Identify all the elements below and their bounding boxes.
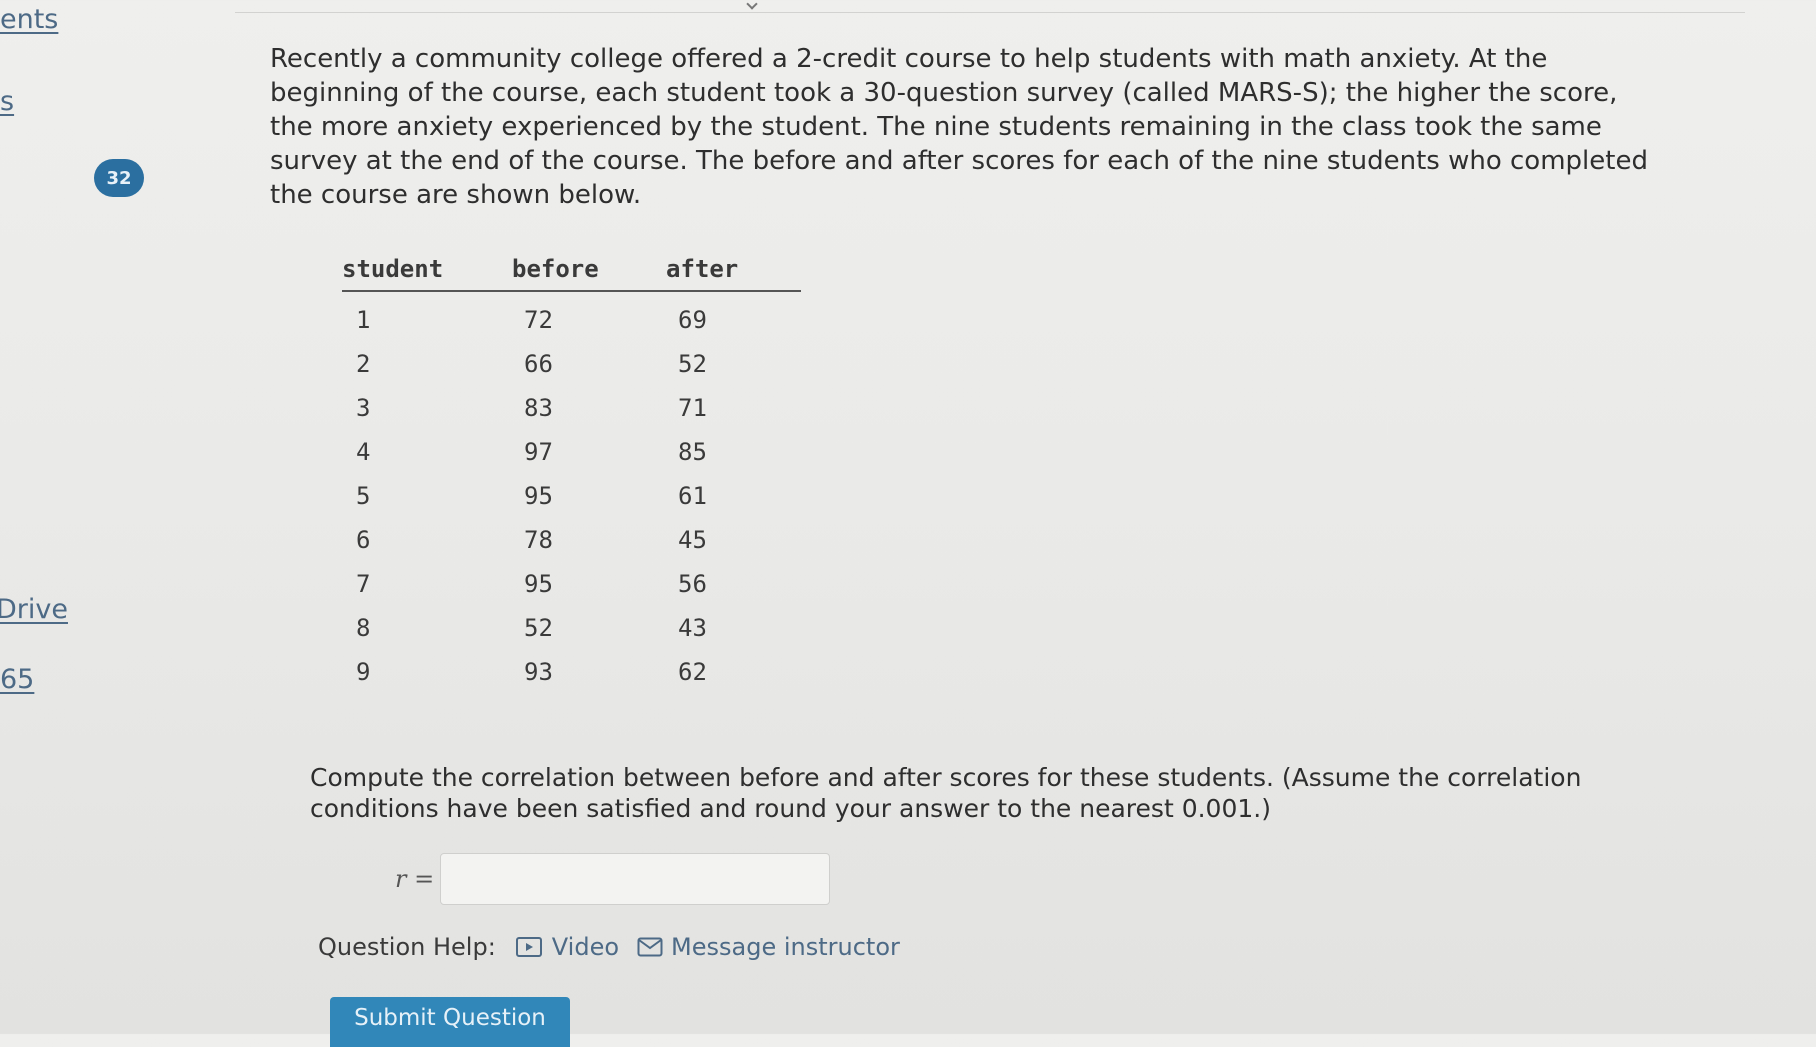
cell-student: 4 — [356, 438, 371, 466]
column-header-before: before — [512, 252, 666, 292]
cell-after: 69 — [678, 306, 707, 334]
cell-student: 5 — [356, 482, 371, 510]
cell-after: 56 — [678, 570, 707, 598]
cell-student: 1 — [356, 306, 371, 334]
message-instructor-link[interactable]: Message instructor — [637, 933, 900, 961]
cell-student: 3 — [356, 394, 371, 422]
video-icon — [515, 937, 542, 957]
cell-before: 66 — [524, 350, 553, 378]
cell-before: 72 — [524, 306, 553, 334]
sidebar-link-drive[interactable]: Drive — [0, 594, 68, 625]
cell-after: 62 — [678, 658, 707, 686]
table-row: 4 97 85 — [342, 430, 801, 474]
cell-student: 8 — [356, 614, 371, 642]
video-link[interactable]: Video — [515, 933, 620, 961]
sidebar-link-points[interactable]: 65 — [0, 664, 34, 695]
table-row: 2 66 52 — [342, 342, 801, 386]
table-row: 8 52 43 — [342, 606, 801, 650]
answer-input[interactable] — [440, 853, 831, 905]
submit-question-button[interactable]: Submit Question — [330, 997, 570, 1047]
cell-after: 45 — [678, 526, 707, 554]
table-row: 7 95 56 — [342, 562, 801, 606]
cell-after: 52 — [678, 350, 707, 378]
column-header-after: after — [666, 252, 801, 292]
answer-row: r = — [395, 853, 831, 905]
answer-label: r = — [395, 865, 435, 893]
mail-icon — [637, 937, 663, 957]
top-divider — [235, 12, 1745, 13]
cell-before: 78 — [524, 526, 553, 554]
cell-student: 2 — [356, 350, 371, 378]
question-help-label: Question Help: — [318, 933, 496, 961]
scores-table: student before after 1 72 69 2 66 52 3 8… — [342, 252, 801, 694]
question-help: Question Help: Video Message instructor — [318, 933, 918, 961]
table-header-row: student before after — [342, 252, 801, 292]
sidebar-link-assignments[interactable]: ents — [0, 4, 58, 35]
message-instructor-label: Message instructor — [671, 933, 900, 961]
table-row: 3 83 71 — [342, 386, 801, 430]
table-row: 6 78 45 — [342, 518, 801, 562]
table-row: 9 93 62 — [342, 650, 801, 694]
cell-before: 95 — [524, 570, 553, 598]
cell-after: 61 — [678, 482, 707, 510]
cell-student: 7 — [356, 570, 371, 598]
table-row: 1 72 69 — [342, 291, 801, 342]
cell-before: 52 — [524, 614, 553, 642]
cell-before: 97 — [524, 438, 553, 466]
cell-before: 95 — [524, 482, 553, 510]
sidebar-link-grades[interactable]: s — [0, 86, 14, 117]
cell-after: 71 — [678, 394, 707, 422]
column-header-student: student — [342, 252, 512, 292]
cell-student: 9 — [356, 658, 371, 686]
question-number-badge[interactable]: 32 — [94, 159, 144, 197]
question-prompt: Compute the correlation between before a… — [310, 763, 1582, 823]
cell-before: 93 — [524, 658, 553, 686]
table-row: 5 95 61 — [342, 474, 801, 518]
cell-after: 43 — [678, 614, 707, 642]
video-link-label: Video — [551, 933, 620, 961]
cell-before: 83 — [524, 394, 553, 422]
cell-student: 6 — [356, 526, 371, 554]
cursor-arrow-icon — [746, 0, 758, 10]
problem-text: Recently a community college offered a 2… — [270, 44, 1648, 210]
cell-after: 85 — [678, 438, 707, 466]
